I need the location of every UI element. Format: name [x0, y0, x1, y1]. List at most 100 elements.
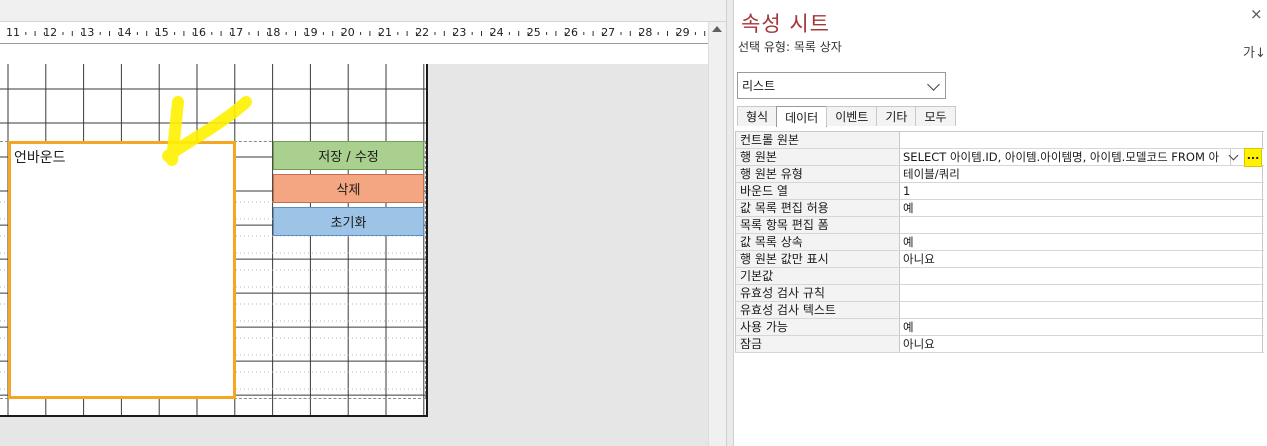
tab-data[interactable]: 데이터 — [776, 106, 828, 127]
delete-button[interactable]: 삭제 — [273, 174, 424, 203]
tab-other[interactable]: 기타 — [876, 106, 917, 126]
property-name: 값 목록 편집 허용 — [735, 200, 900, 216]
property-value[interactable] — [901, 302, 1263, 318]
ruler-number: 11 — [6, 26, 20, 39]
property-value[interactable] — [901, 285, 1263, 301]
property-value[interactable]: 1 — [901, 183, 1263, 199]
ruler-number: 17 — [229, 26, 244, 39]
property-name: 바운드 열 — [735, 183, 900, 199]
property-value[interactable] — [901, 268, 1263, 284]
sort-icon[interactable]: 가↓ — [1243, 42, 1266, 61]
ruler-tick — [592, 31, 594, 36]
ruler-tick — [508, 32, 510, 35]
property-name: 유효성 검사 규칙 — [735, 285, 900, 301]
property-name: 목록 항목 편집 폼 — [735, 217, 900, 233]
ruler-tick — [555, 31, 557, 36]
property-row-row-source[interactable]: 행 원본 SELECT 아이템.ID, 아이템.아이템명, 아이템.모델코드 FR… — [735, 149, 1264, 166]
property-row-row-source-type[interactable]: 행 원본 유형 테이블/쿼리 — [735, 166, 1264, 183]
listbox-control[interactable]: 언바운드 — [8, 141, 236, 399]
ruler-tick — [620, 32, 622, 35]
ruler-tick — [694, 32, 696, 35]
ruler-number: 12 — [43, 26, 58, 39]
form-design-view: 11 12 13 14 15 16 17 18 19 20 21 22 23 24 25 26 27 28 29 언… — [0, 0, 726, 446]
property-row-default-value[interactable]: 기본값 — [735, 268, 1264, 285]
ruler-number: 28 — [638, 26, 653, 39]
ruler-tick — [183, 31, 185, 36]
property-name: 기본값 — [735, 268, 900, 284]
property-row-enabled[interactable]: 사용 가능 예 — [735, 319, 1264, 336]
property-value[interactable]: 예 — [901, 200, 1263, 216]
ruler-tick — [25, 32, 27, 35]
property-value[interactable]: 아니요 — [901, 251, 1263, 267]
ruler-tick — [397, 32, 399, 35]
property-row-control-source[interactable]: 컨트롤 원본 — [735, 132, 1264, 149]
section-header-strip — [0, 44, 708, 64]
property-name: 컨트롤 원본 — [735, 132, 900, 148]
close-icon[interactable]: × — [1250, 5, 1263, 23]
property-row-bound-column[interactable]: 바운드 열1 — [735, 183, 1264, 200]
listbox-unbound-label: 언바운드 — [14, 150, 66, 166]
vertical-scrollbar[interactable] — [708, 22, 726, 446]
property-value[interactable] — [901, 217, 1263, 233]
ruler-tick — [443, 31, 445, 36]
property-row-locked[interactable]: 잠금 아니요 — [735, 336, 1264, 353]
ruler-number: 23 — [452, 26, 467, 39]
save-edit-button[interactable]: 저장 / 수정 — [273, 141, 424, 170]
ruler-tick — [704, 31, 706, 36]
ruler-tick — [360, 32, 362, 35]
property-name: 행 원본 — [735, 149, 900, 165]
object-selector-value: 리스트 — [742, 79, 776, 93]
reset-button[interactable]: 초기화 — [273, 207, 424, 236]
pane-splitter[interactable] — [726, 0, 734, 446]
access-window: 11 12 13 14 15 16 17 18 19 20 21 22 23 24 25 26 27 28 29 언… — [0, 0, 1267, 446]
ruler-tick — [657, 32, 659, 35]
tab-format[interactable]: 형식 — [737, 106, 778, 126]
ruler-tick — [146, 31, 148, 36]
ruler-tick — [369, 31, 371, 36]
chevron-down-icon[interactable] — [927, 78, 940, 91]
property-value[interactable]: 테이블/쿼리 — [901, 166, 1263, 182]
ruler-tick — [406, 31, 408, 36]
property-value[interactable] — [901, 132, 1263, 148]
property-row-list-items-edit-form[interactable]: 목록 항목 편집 폼 — [735, 217, 1264, 234]
design-top-strip — [0, 0, 726, 22]
object-selector-dropdown[interactable]: 리스트 — [737, 72, 946, 99]
tab-all[interactable]: 모두 — [915, 106, 956, 126]
ruler-number: 16 — [192, 26, 206, 39]
property-sheet-title: 속성 시트 — [741, 12, 830, 36]
property-value[interactable]: 아니요 — [901, 336, 1263, 352]
ruler-tick — [109, 31, 110, 36]
property-row-show-only-row-source-values[interactable]: 행 원본 값만 표시 아니요 — [735, 251, 1264, 268]
tab-event[interactable]: 이벤트 — [826, 106, 878, 126]
property-sheet-pane: 속성 시트 × 선택 유형: 목록 상자 가↓ 리스트 형식 데이터 이벤트 기… — [734, 0, 1267, 446]
ruler-number: 13 — [80, 26, 95, 39]
property-value[interactable]: 예 — [901, 234, 1263, 250]
ruler-number: 15 — [154, 26, 169, 39]
property-name: 유효성 검사 텍스트 — [735, 302, 900, 318]
property-row-allow-value-list-edits[interactable]: 값 목록 편집 허용 예 — [735, 200, 1264, 217]
ruler-tick — [62, 32, 64, 35]
ruler-tick — [518, 31, 520, 36]
selection-type-label: 선택 유형: 목록 상자 — [738, 40, 842, 54]
ruler-tick — [546, 32, 548, 35]
scroll-up-arrow-icon[interactable] — [712, 26, 722, 32]
ruler-tick — [285, 32, 287, 35]
ruler-number: 22 — [415, 26, 430, 39]
ruler-tick — [34, 31, 36, 36]
property-value[interactable]: 예 — [901, 319, 1263, 335]
ruler-tick — [583, 32, 585, 35]
ruler-number: 18 — [266, 26, 281, 39]
ruler-tick — [211, 32, 213, 35]
builder-ellipsis-button[interactable]: ... — [1244, 148, 1262, 167]
property-row-validation-text[interactable]: 유효성 검사 텍스트 — [735, 302, 1264, 319]
property-value[interactable]: SELECT 아이템.ID, 아이템.아이템명, 아이템.모델코드 FROM 아 — [901, 149, 1231, 165]
ruler-tick — [174, 32, 176, 35]
ruler-tick — [220, 31, 222, 36]
property-row-validation-rule[interactable]: 유효성 검사 규칙 — [735, 285, 1264, 302]
ruler-number: 24 — [489, 26, 504, 39]
ruler-tick — [295, 31, 296, 36]
ruler-number: 21 — [378, 26, 392, 39]
ruler-tick — [629, 31, 631, 36]
property-row-inherit-value-list[interactable]: 값 목록 상속 예 — [735, 234, 1264, 251]
ruler-tick — [71, 31, 73, 36]
